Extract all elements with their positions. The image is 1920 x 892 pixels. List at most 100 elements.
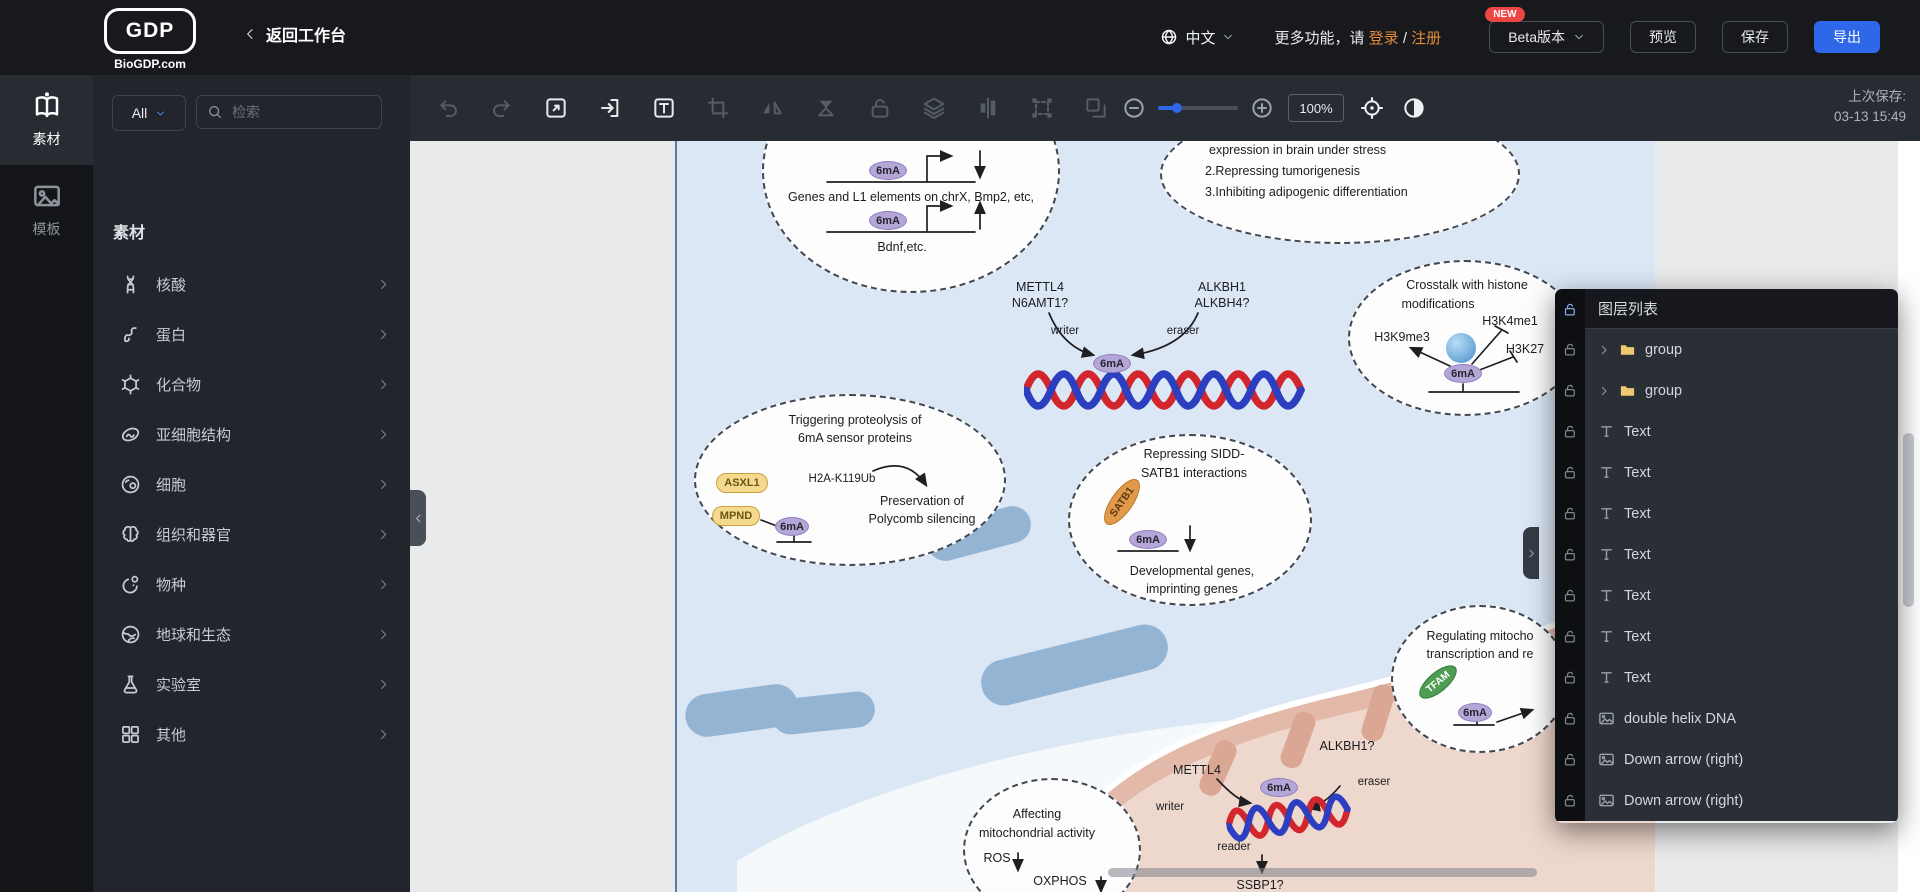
- 6ma-badge[interactable]: 6mA: [775, 517, 809, 536]
- preview-button[interactable]: 预览: [1630, 21, 1696, 53]
- zoom-slider-thumb[interactable]: [1172, 103, 1182, 113]
- category-item-cell[interactable]: 细胞: [93, 459, 410, 509]
- locate-icon[interactable]: [1360, 96, 1384, 120]
- category-item-other[interactable]: 其他: [93, 709, 410, 759]
- eraser-enzyme-1: ALKBH1: [1198, 280, 1246, 294]
- logo[interactable]: GDP BioGDP.com: [104, 8, 196, 71]
- asxl1-protein[interactable]: ASXL1: [716, 473, 768, 493]
- text-tool-icon[interactable]: [652, 96, 676, 120]
- mito-act-title2: mitochondrial activity: [979, 826, 1095, 840]
- beta-label: Beta版本: [1508, 27, 1565, 47]
- layer-row-text[interactable]: Text: [1555, 657, 1898, 698]
- zoom-out-icon[interactable]: [1122, 96, 1146, 120]
- layer-row-text[interactable]: Text: [1555, 616, 1898, 657]
- chevron-right-icon[interactable]: [1598, 344, 1610, 356]
- 6ma-badge[interactable]: 6mA: [869, 211, 907, 230]
- 6ma-badge[interactable]: 6mA: [1093, 354, 1131, 373]
- beta-version-button[interactable]: Beta版本: [1489, 21, 1604, 53]
- unlock-icon[interactable]: [1555, 657, 1585, 698]
- 6ma-badge[interactable]: 6mA: [1129, 530, 1167, 549]
- group-icon[interactable]: [1030, 96, 1054, 120]
- canvas-area[interactable]: 6mA 6mA 6mA 6mA 6mA 6mA 6mA 6mA ASXL1 MP…: [410, 141, 1920, 892]
- zoom-value[interactable]: 100%: [1288, 94, 1344, 122]
- contrast-icon[interactable]: [1402, 96, 1426, 120]
- transcription-ellipse[interactable]: [762, 141, 1060, 293]
- export-button[interactable]: 导出: [1814, 21, 1880, 53]
- undo-icon[interactable]: [436, 96, 460, 120]
- unlock-icon[interactable]: [1555, 616, 1585, 657]
- unlock-icon[interactable]: [1555, 289, 1585, 329]
- mpnd-protein[interactable]: MPND: [712, 506, 760, 526]
- double-helix-dna[interactable]: [1024, 364, 1324, 416]
- import-icon[interactable]: [598, 96, 622, 120]
- expand-icon[interactable]: [544, 96, 568, 120]
- redo-icon[interactable]: [490, 96, 514, 120]
- category-label: 蛋白: [156, 324, 377, 345]
- layer-row-text[interactable]: Text: [1555, 534, 1898, 575]
- zoom-slider[interactable]: [1158, 106, 1238, 110]
- vertical-scrollbar-thumb[interactable]: [1903, 433, 1914, 607]
- layer-row-text[interactable]: Text: [1555, 452, 1898, 493]
- flip-horizontal-icon[interactable]: [760, 96, 784, 120]
- layer-row-folder[interactable]: group: [1555, 329, 1898, 370]
- unlock-icon[interactable]: [1555, 780, 1585, 821]
- ungroup-icon[interactable]: [1084, 96, 1108, 120]
- zoom-in-icon[interactable]: [1250, 96, 1274, 120]
- rail-item-templates[interactable]: 模板: [0, 165, 93, 255]
- category-item-ecology[interactable]: 地球和生态: [93, 609, 410, 659]
- crop-icon[interactable]: [706, 96, 730, 120]
- language-selector[interactable]: 中文: [1160, 27, 1234, 48]
- unlock-icon[interactable]: [1555, 329, 1585, 370]
- register-link[interactable]: 注册: [1411, 30, 1441, 47]
- layer-row-text[interactable]: Text: [1555, 411, 1898, 452]
- canvas-page[interactable]: 6mA 6mA 6mA 6mA 6mA 6mA 6mA 6mA ASXL1 MP…: [675, 141, 1655, 892]
- unlock-icon[interactable]: [1555, 493, 1585, 534]
- chevron-right-icon[interactable]: [1598, 385, 1610, 397]
- layers-icon[interactable]: [922, 96, 946, 120]
- unlock-icon[interactable]: [1555, 534, 1585, 575]
- back-to-workspace-button[interactable]: 返回工作台: [243, 22, 346, 46]
- sidebar-collapse-handle[interactable]: [410, 490, 426, 546]
- chevron-right-icon: [377, 678, 390, 691]
- save-button[interactable]: 保存: [1722, 21, 1788, 53]
- category-item-species[interactable]: 物种: [93, 559, 410, 609]
- mito-regulation-ellipse[interactable]: [1391, 605, 1569, 753]
- align-icon[interactable]: [976, 96, 1000, 120]
- layer-row-text[interactable]: Text: [1555, 575, 1898, 616]
- horizontal-scrollbar-thumb[interactable]: [1108, 868, 1537, 877]
- vertical-scrollbar-track[interactable]: [1898, 141, 1920, 892]
- layer-row-image[interactable]: Down arrow (right): [1555, 780, 1898, 821]
- category-item-organ[interactable]: 组织和器官: [93, 509, 410, 559]
- unlock-icon[interactable]: [1555, 575, 1585, 616]
- unlock-icon[interactable]: [1555, 411, 1585, 452]
- search-input[interactable]: [230, 103, 371, 121]
- category-item-organelle[interactable]: 亚细胞结构: [93, 409, 410, 459]
- unlock-icon[interactable]: [868, 96, 892, 120]
- unlock-icon[interactable]: [1555, 452, 1585, 493]
- 6ma-badge[interactable]: 6mA: [869, 161, 907, 180]
- layer-row-text[interactable]: Text: [1555, 493, 1898, 534]
- 6ma-badge[interactable]: 6mA: [1444, 364, 1482, 383]
- writer-label: writer: [1051, 325, 1079, 337]
- category-item-protein[interactable]: 蛋白: [93, 309, 410, 359]
- login-link[interactable]: 登录: [1369, 30, 1399, 47]
- panel-collapse-handle[interactable]: [1523, 527, 1539, 579]
- unlock-icon[interactable]: [1555, 739, 1585, 780]
- layer-row-image[interactable]: double helix DNA: [1555, 698, 1898, 739]
- layer-row-image[interactable]: Down arrow (right): [1555, 739, 1898, 780]
- 6ma-badge[interactable]: 6mA: [1260, 778, 1298, 797]
- proteolysis-title1: Triggering proteolysis of: [789, 413, 922, 427]
- rail-item-materials[interactable]: 素材: [0, 75, 93, 165]
- layer-row-folder[interactable]: group: [1555, 370, 1898, 411]
- category-item-dna[interactable]: 核酸: [93, 259, 410, 309]
- unlock-icon[interactable]: [1555, 370, 1585, 411]
- flip-vertical-icon[interactable]: [814, 96, 838, 120]
- unlock-icon[interactable]: [1555, 698, 1585, 739]
- category-filter-dropdown[interactable]: All: [112, 95, 186, 131]
- category-item-compound[interactable]: 化合物: [93, 359, 410, 409]
- search-box[interactable]: [196, 95, 382, 129]
- nucleosome-illustration[interactable]: [1446, 333, 1476, 363]
- category-item-lab[interactable]: 实验室: [93, 659, 410, 709]
- mito-writer-label: writer: [1156, 801, 1184, 813]
- 6ma-badge[interactable]: 6mA: [1458, 703, 1492, 722]
